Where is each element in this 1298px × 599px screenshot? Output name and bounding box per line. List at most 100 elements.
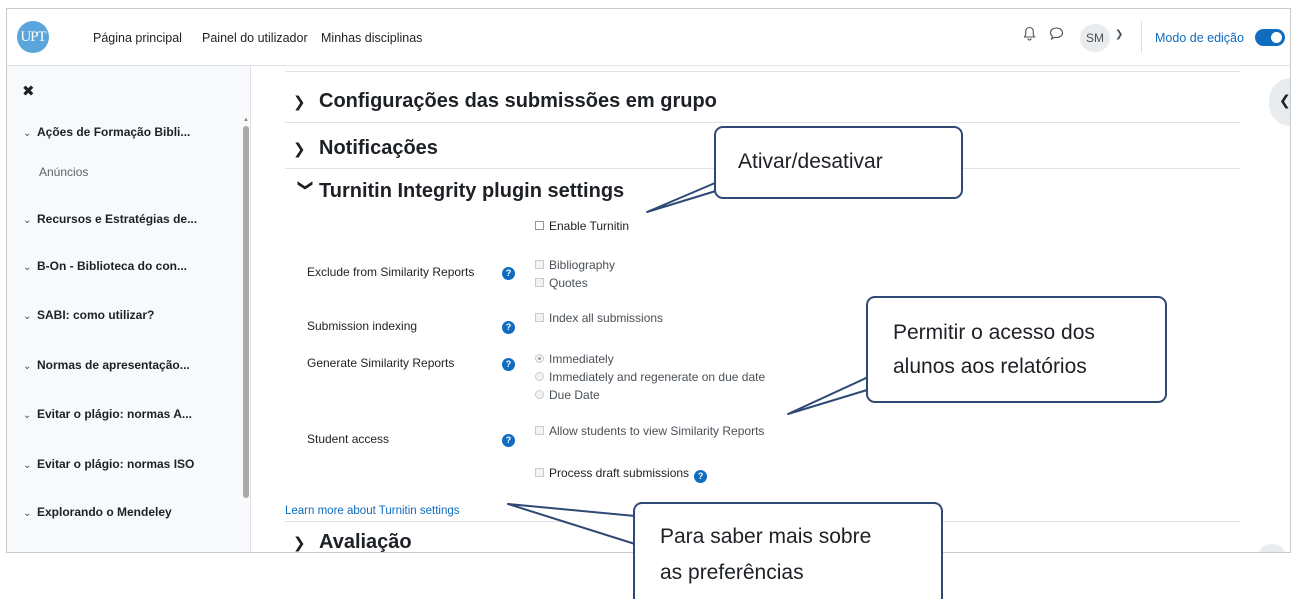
section-evaluation[interactable]: ❯ Avaliação [293, 531, 412, 553]
site-logo[interactable]: UPT [17, 21, 49, 53]
radio-icon[interactable] [535, 372, 544, 381]
navbar-divider [1141, 21, 1142, 53]
sidebar-item-plagio-iso[interactable]: ⌄ Evitar o plágio: normas ISO [23, 457, 194, 471]
section-title: Configurações das submissões em grupo [319, 90, 717, 112]
chevron-down-icon: ⌄ [23, 361, 32, 372]
divider [285, 122, 1240, 123]
immediately-label: Immediately [549, 352, 614, 366]
chevron-right-icon: ❯ [293, 141, 306, 158]
sidebar-item-label: Explorando o Mendeley [37, 505, 172, 519]
sidebar-item-label: SABI: como utilizar? [37, 308, 155, 322]
section-title: Avaliação [319, 531, 412, 553]
top-navbar: UPT Página principal Painel do utilizado… [7, 9, 1290, 66]
immediately-regenerate-radio[interactable]: Immediately and regenerate on due date [535, 370, 765, 384]
allow-students-checkbox[interactable]: Allow students to view Similarity Report… [535, 424, 764, 438]
bibliography-checkbox[interactable]: Bibliography [535, 258, 615, 272]
section-title: Turnitin Integrity plugin settings [319, 180, 625, 202]
section-notifications[interactable]: ❯ Notificações [293, 137, 438, 160]
generate-label: Generate Similarity Reports [307, 356, 455, 370]
bibliography-label: Bibliography [549, 258, 616, 272]
checkbox-icon[interactable] [535, 468, 544, 477]
sidebar-scrollbar[interactable] [243, 126, 249, 498]
callout-toggle: Ativar/desativar [714, 126, 963, 199]
sidebar-item-label: B-On - Biblioteca do con... [37, 259, 187, 273]
edit-mode-label[interactable]: Modo de edição [1155, 31, 1244, 45]
sidebar-item-label: Recursos e Estratégias de... [37, 212, 198, 226]
section-title: Notificações [319, 137, 438, 159]
nav-link-home[interactable]: Página principal [93, 31, 182, 45]
chevron-down-icon: ⌄ [23, 508, 32, 519]
section-group-submissions[interactable]: ❯ Configurações das submissões em grupo [293, 90, 717, 113]
sidebar-item-sabi[interactable]: ⌄ SABI: como utilizar? [23, 308, 154, 322]
checkbox-icon[interactable] [535, 221, 544, 230]
sidebar-item-mendeley[interactable]: ⌄ Explorando o Mendeley [23, 505, 172, 519]
index-all-label: Index all submissions [549, 311, 664, 325]
index-all-checkbox[interactable]: Index all submissions [535, 311, 663, 325]
immediately-radio[interactable]: Immediately [535, 352, 614, 366]
sidebar-item-normas-apresentacao[interactable]: ⌄ Normas de apresentação... [23, 358, 190, 372]
exclude-label: Exclude from Similarity Reports [307, 265, 475, 279]
sidebar-subitem-anuncios[interactable]: Anúncios [39, 165, 88, 179]
enable-turnitin-checkbox[interactable]: Enable Turnitin [535, 219, 629, 233]
close-icon[interactable]: ✖ [22, 82, 35, 100]
radio-icon[interactable] [535, 390, 544, 399]
checkbox-icon[interactable] [535, 278, 544, 287]
indexing-label: Submission indexing [307, 319, 418, 333]
sidebar-item-plagio-apa[interactable]: ⌄ Evitar o plágio: normas A... [23, 407, 192, 421]
chevron-right-icon: ❯ [293, 94, 306, 111]
nav-link-dashboard[interactable]: Painel do utilizador [202, 31, 308, 45]
help-icon[interactable]: ? [502, 267, 515, 280]
allow-students-label: Allow students to view Similarity Report… [549, 424, 765, 438]
process-draft-label: Process draft submissions [549, 466, 690, 480]
checkbox-icon[interactable] [535, 260, 544, 269]
due-date-label: Due Date [549, 388, 600, 402]
chevron-down-icon: ❯ [297, 179, 314, 192]
process-draft-checkbox[interactable]: Process draft submissions? [535, 466, 708, 483]
callout-learn-more-line-2: as preferências [660, 561, 804, 584]
chevron-right-icon: ❯ [293, 535, 306, 552]
callout-toggle-text: Ativar/desativar [738, 150, 883, 173]
section-turnitin[interactable]: ❯ Turnitin Integrity plugin settings [293, 179, 625, 203]
sidebar-item-label: Ações de Formação Bibli... [37, 125, 191, 139]
help-button[interactable]: ? [1257, 544, 1287, 552]
callout-learn-more: Para saber mais sobre as preferências [633, 502, 943, 599]
browser-page: UPT Página principal Painel do utilizado… [6, 8, 1291, 553]
chevron-down-icon: ⌄ [23, 215, 32, 226]
learn-more-link[interactable]: Learn more about Turnitin settings [285, 505, 460, 517]
course-index-drawer: ✖ ⌄ Ações de Formação Bibli... Anúncios ⌄… [7, 66, 251, 552]
edit-mode-toggle[interactable] [1255, 29, 1285, 46]
chat-bubble-icon[interactable] [1049, 26, 1064, 45]
immediately-regenerate-label: Immediately and regenerate on due date [549, 370, 766, 384]
help-icon[interactable]: ? [502, 321, 515, 334]
chevron-down-icon: ⌄ [23, 262, 32, 273]
student-access-label: Student access [307, 432, 390, 446]
sidebar-item-b-on[interactable]: ⌄ B-On - Biblioteca do con... [23, 259, 187, 273]
chevron-down-icon[interactable]: ❯ [1115, 29, 1123, 40]
scroll-up-arrow-icon[interactable]: ▲ [243, 117, 249, 123]
chevron-down-icon: ⌄ [23, 410, 32, 421]
help-icon[interactable]: ? [502, 434, 515, 447]
user-avatar[interactable]: SM [1080, 24, 1110, 52]
due-date-radio[interactable]: Due Date [535, 388, 600, 402]
chevron-left-icon: ❮ [1279, 92, 1291, 108]
nav-link-my-courses[interactable]: Minhas disciplinas [321, 31, 422, 45]
checkbox-icon[interactable] [535, 313, 544, 322]
chevron-down-icon: ⌄ [23, 128, 32, 139]
radio-icon[interactable] [535, 354, 544, 363]
chevron-down-icon: ⌄ [23, 311, 32, 322]
help-icon[interactable]: ? [502, 358, 515, 371]
sidebar-item-label: Normas de apresentação... [37, 358, 190, 372]
sidebar-item-acoes-formacao[interactable]: ⌄ Ações de Formação Bibli... [23, 125, 190, 139]
checkbox-icon[interactable] [535, 426, 544, 435]
callout-learn-more-line-1: Para saber mais sobre [660, 525, 872, 548]
enable-turnitin-label: Enable Turnitin [549, 219, 630, 233]
bell-icon[interactable] [1023, 26, 1036, 45]
divider [285, 71, 1240, 72]
quotes-label: Quotes [549, 276, 588, 290]
sidebar-item-recursos[interactable]: ⌄ Recursos e Estratégias de... [23, 212, 197, 226]
help-icon[interactable]: ? [694, 470, 708, 483]
block-drawer-toggle[interactable]: ❮ [1269, 78, 1291, 126]
chevron-down-icon: ⌄ [23, 460, 32, 471]
callout-student-access-line-2: alunos aos relatórios [893, 355, 1087, 378]
quotes-checkbox[interactable]: Quotes [535, 276, 588, 290]
